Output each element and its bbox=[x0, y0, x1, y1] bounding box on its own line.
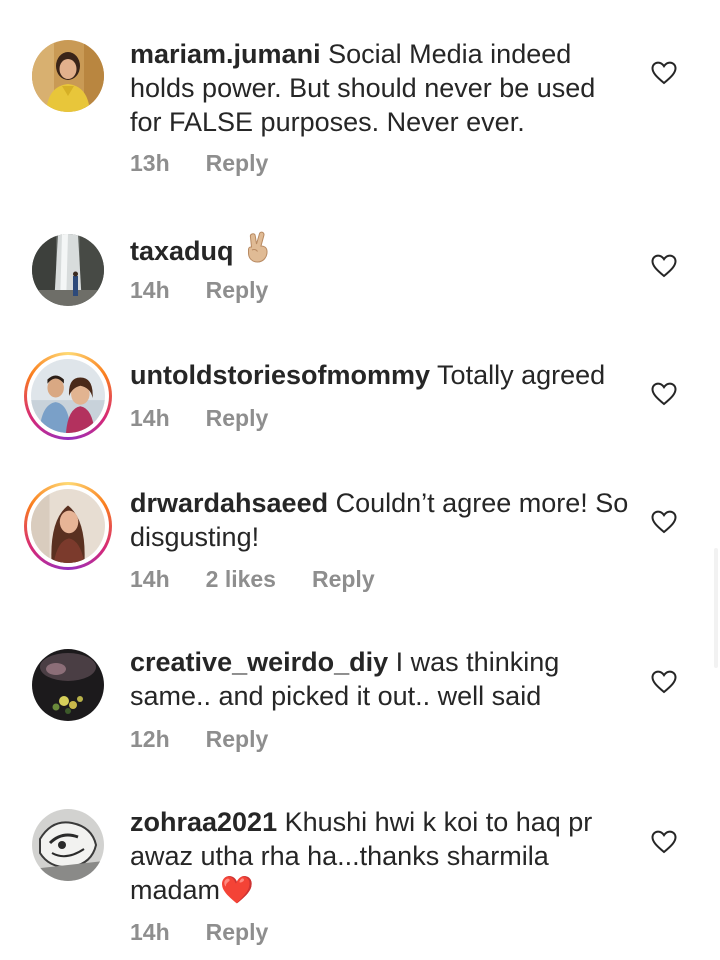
comment-meta: 14h Reply bbox=[130, 277, 304, 304]
reply-button[interactable]: Reply bbox=[206, 277, 269, 303]
comment-item: taxaduq 14h Reply bbox=[0, 200, 720, 330]
comment-item: untoldstoriesofmommy Totally agreed 14h R… bbox=[0, 330, 720, 460]
comment-item: drwardahsaeed Couldn’t agree more! So di… bbox=[0, 460, 720, 630]
likes-count[interactable]: 2 likes bbox=[206, 566, 276, 592]
comment-time: 14h bbox=[130, 277, 170, 303]
comment-item: mariam.jumani Social Media indeed holds … bbox=[0, 0, 720, 200]
comment-username[interactable]: creative_weirdo_diy bbox=[130, 647, 388, 677]
avatar[interactable] bbox=[32, 649, 104, 721]
comment-text: untoldstoriesofmommy Totally agreed bbox=[130, 358, 630, 392]
comment-item: zohraa2021 Khushi hwi k koi to haq pr aw… bbox=[0, 790, 720, 960]
comment-text: drwardahsaeed Couldn’t agree more! So di… bbox=[130, 486, 630, 554]
comment-username[interactable]: mariam.jumani bbox=[130, 39, 321, 69]
heart-outline-icon[interactable] bbox=[651, 510, 677, 534]
comment-body: Totally agreed bbox=[437, 360, 606, 390]
comment-meta: 14h Reply bbox=[130, 919, 304, 946]
avatar[interactable] bbox=[32, 40, 104, 112]
heart-outline-icon[interactable] bbox=[651, 61, 677, 85]
comment-meta: 13h Reply bbox=[130, 150, 304, 177]
avatar-image bbox=[31, 359, 105, 433]
heart-outline-icon[interactable] bbox=[651, 254, 677, 278]
reply-button[interactable]: Reply bbox=[206, 405, 269, 431]
avatar-image bbox=[32, 809, 104, 881]
reply-button[interactable]: Reply bbox=[206, 726, 269, 752]
reply-button[interactable]: Reply bbox=[206, 919, 269, 945]
comment-text: mariam.jumani Social Media indeed holds … bbox=[130, 37, 630, 139]
heart-outline-icon[interactable] bbox=[651, 830, 677, 854]
avatar[interactable] bbox=[32, 234, 104, 306]
comment-time: 13h bbox=[130, 150, 170, 176]
comment-meta: 14h 2 likes Reply bbox=[130, 566, 411, 593]
heart-outline-icon[interactable] bbox=[651, 382, 677, 406]
comment-text: creative_weirdo_diy I was thinking same.… bbox=[130, 645, 630, 713]
comment-text: taxaduq bbox=[130, 230, 630, 268]
comment-time: 14h bbox=[130, 566, 170, 592]
comment-username[interactable]: untoldstoriesofmommy bbox=[130, 360, 430, 390]
avatar[interactable] bbox=[32, 809, 104, 881]
comment-time: 14h bbox=[130, 919, 170, 945]
avatar-image bbox=[31, 489, 105, 563]
comment-text: zohraa2021 Khushi hwi k koi to haq pr aw… bbox=[130, 805, 630, 907]
comment-time: 14h bbox=[130, 405, 170, 431]
comment-username[interactable]: drwardahsaeed bbox=[130, 488, 328, 518]
comment-meta: 12h Reply bbox=[130, 726, 304, 753]
avatar-image bbox=[32, 649, 104, 721]
story-ring[interactable] bbox=[24, 482, 112, 570]
victory-hand-emoji-icon bbox=[248, 231, 268, 263]
scrollbar[interactable] bbox=[714, 548, 718, 668]
reply-button[interactable]: Reply bbox=[312, 566, 375, 592]
avatar-image bbox=[32, 234, 104, 306]
story-ring[interactable] bbox=[24, 352, 112, 440]
comment-item: creative_weirdo_diy I was thinking same.… bbox=[0, 630, 720, 790]
heart-outline-icon[interactable] bbox=[651, 670, 677, 694]
comment-time: 12h bbox=[130, 726, 170, 752]
avatar-image bbox=[32, 40, 104, 112]
reply-button[interactable]: Reply bbox=[206, 150, 269, 176]
comment-meta: 14h Reply bbox=[130, 405, 304, 432]
comment-username[interactable]: zohraa2021 bbox=[130, 807, 277, 837]
comment-username[interactable]: taxaduq bbox=[130, 236, 234, 266]
